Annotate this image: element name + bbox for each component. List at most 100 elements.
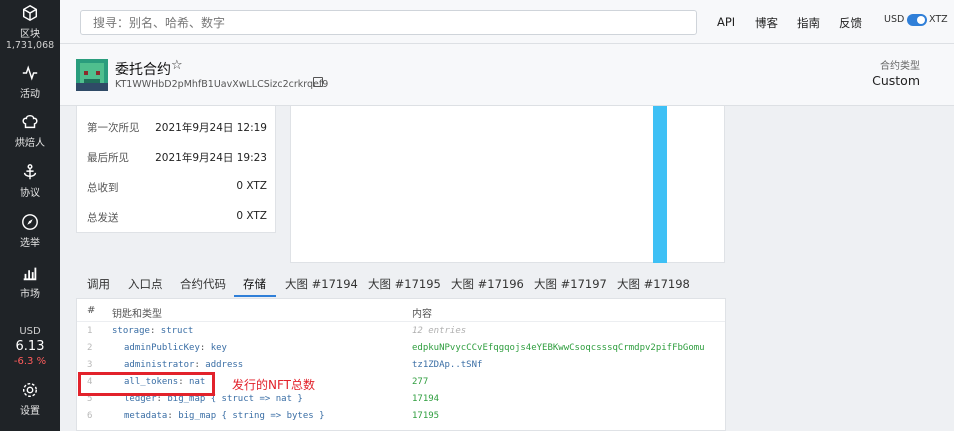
stat-first-seen: 第一次所见 2021年9月24日 12:19: [87, 120, 267, 135]
sidebar-item-settings[interactable]: 设置: [0, 381, 60, 417]
header-divider: [77, 321, 725, 322]
sidebar-item-label: 协议: [20, 188, 40, 199]
column-header-key: 钥匙和类型: [112, 309, 162, 320]
row-value: 12 entries: [412, 326, 467, 336]
nav-api-link[interactable]: API: [717, 15, 735, 29]
tab-bigmap-17197[interactable]: 大图 #17197: [534, 276, 607, 292]
contract-header: 委托合约 ☆ KT1WWHbD2pMhfB1UavXwLLCSizc2crkrq…: [60, 44, 954, 106]
column-header-num: #: [87, 305, 96, 316]
tab-bigmap-17198[interactable]: 大图 #17198: [617, 276, 690, 292]
star-icon[interactable]: ☆: [171, 58, 183, 73]
sidebar-item-bakers[interactable]: 烘焙人: [0, 113, 60, 149]
nav-blog-link[interactable]: 博客: [755, 15, 778, 31]
contract-address: KT1WWHbD2pMhfB1UavXwLLCSizc2crkrqef9: [115, 79, 329, 90]
row-value[interactable]: 17194: [412, 394, 439, 404]
stat-last-seen: 最后所见 2021年9月24日 19:23: [87, 150, 267, 165]
price-change: -6.3 %: [13, 356, 47, 367]
page-title: 委托合约: [115, 62, 171, 78]
tab-bigmap-17196[interactable]: 大图 #17196: [451, 276, 524, 292]
row-value[interactable]: tz1ZDAp..tSNf: [412, 360, 482, 370]
sidebar-item-label: 市场: [20, 289, 40, 300]
tab-code[interactable]: 合约代码: [180, 276, 226, 292]
bar-chart-icon: [23, 267, 37, 281]
gear-icon: [22, 382, 38, 398]
topbar: API 博客 指南 反馈 USD XTZ: [60, 0, 954, 44]
stat-value: 2021年9月24日 12:19: [155, 122, 267, 134]
sidebar-item-label: 活动: [20, 89, 40, 100]
nav-feedback-link[interactable]: 反馈: [839, 15, 862, 31]
row-number: 6: [87, 411, 93, 421]
stat-label: 最后所见: [87, 152, 129, 164]
contract-type-label: 合约类型: [880, 61, 920, 72]
search-input[interactable]: [81, 11, 696, 34]
active-tab-indicator: [234, 295, 276, 297]
sidebar-item-protocol[interactable]: 协议: [0, 163, 60, 199]
table-row[interactable]: 2 adminPublicKey: key edpkuNPvycCCvEfqgq…: [77, 343, 725, 360]
key-type: address: [205, 360, 244, 370]
sidebar-item-blocks[interactable]: 区块 1,731,068: [0, 4, 60, 51]
activity-chart-card: [290, 106, 725, 263]
storage-table: # 钥匙和类型 内容 1 storage: struct 12 entries …: [76, 298, 726, 431]
search-box[interactable]: [80, 10, 697, 35]
chart-bar: [653, 106, 667, 263]
stat-label: 总发送: [87, 212, 119, 224]
annotation-text: 发行的NFT总数: [232, 378, 315, 392]
price-value: 6.13: [15, 339, 45, 354]
key-name: storage: [112, 326, 150, 336]
key-name: administrator: [124, 360, 195, 370]
tab-bigmap-17194[interactable]: 大图 #17194: [285, 276, 358, 292]
contract-avatar: [76, 59, 108, 91]
currency-right-label: XTZ: [929, 14, 948, 25]
table-row[interactable]: 5 ledger: big_map { struct => nat } 1719…: [77, 394, 725, 411]
tab-entrypoints[interactable]: 入口点: [128, 276, 163, 292]
row-key: storage: struct: [112, 326, 194, 336]
tab-operations[interactable]: 调用: [87, 276, 110, 292]
sidebar-item-voting[interactable]: 选举: [0, 213, 60, 249]
compass-icon: [22, 214, 38, 230]
stat-label: 第一次所见: [87, 122, 140, 134]
currency-left-label: USD: [884, 14, 905, 25]
key-type: key: [210, 343, 227, 353]
stat-value: 0 XTZ: [236, 210, 267, 222]
stats-card: 第一次所见 2021年9月24日 12:19 最后所见 2021年9月24日 1…: [76, 106, 276, 233]
sidebar: 区块 1,731,068 活动 烘焙人 协议 选举 市场 USD 6.13 -6…: [0, 0, 60, 431]
stat-value: 0 XTZ: [236, 180, 267, 192]
key-type: struct: [160, 326, 194, 336]
sidebar-item-market[interactable]: 市场: [0, 264, 60, 300]
row-key: adminPublicKey: key: [124, 343, 227, 353]
row-key: metadata: big_map { string => bytes }: [124, 411, 325, 421]
key-name: adminPublicKey: [124, 343, 200, 353]
column-header-value: 内容: [412, 309, 432, 320]
tab-storage[interactable]: 存储: [243, 276, 266, 292]
tab-bigmap-17195[interactable]: 大图 #17195: [368, 276, 441, 292]
nav-guide-link[interactable]: 指南: [797, 15, 820, 31]
currency-toggle[interactable]: [907, 14, 927, 26]
stat-label: 总收到: [87, 182, 119, 194]
table-row[interactable]: 6 metadata: big_map { string => bytes } …: [77, 411, 725, 428]
row-number: 1: [87, 326, 93, 336]
activity-icon: [22, 65, 38, 81]
contract-tabs: 调用 入口点 合约代码 存储 大图 #17194 大图 #17195 大图 #1…: [76, 270, 726, 298]
sidebar-item-label: 设置: [20, 406, 40, 417]
anchor-icon: [23, 164, 37, 180]
sidebar-item-label: 区块: [20, 29, 40, 40]
stat-total-sent: 总发送 0 XTZ: [87, 210, 267, 225]
table-row[interactable]: 1 storage: struct 12 entries: [77, 326, 725, 343]
highlight-box: [78, 372, 215, 396]
row-number: 2: [87, 343, 93, 353]
chef-hat-icon: [22, 114, 38, 129]
sidebar-item-activity[interactable]: 活动: [0, 64, 60, 100]
stat-value: 2021年9月24日 19:23: [155, 152, 267, 164]
row-value: 277: [412, 377, 429, 387]
row-value[interactable]: 17195: [412, 411, 439, 421]
sidebar-item-label: 选举: [20, 238, 40, 249]
key-name: metadata: [124, 411, 168, 421]
sidebar-item-label: 烘焙人: [15, 138, 45, 149]
contract-type-value: Custom: [872, 73, 920, 88]
price-widget: USD 6.13 -6.3 %: [0, 326, 60, 367]
block-height: 1,731,068: [5, 40, 55, 51]
row-value: edpkuNPvycCCvEfqgqojs4eYEBKwwCsoqcsssqCr…: [412, 343, 705, 353]
copy-icon[interactable]: [313, 77, 323, 87]
key-type: big_map { string => bytes }: [178, 411, 325, 421]
stat-total-received: 总收到 0 XTZ: [87, 180, 267, 195]
